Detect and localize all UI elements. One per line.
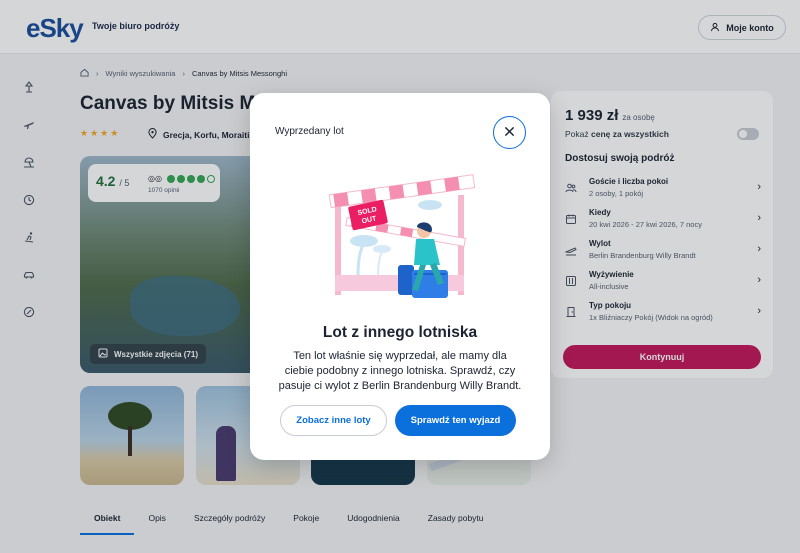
sold-out-illustration: SOLD OUT xyxy=(328,174,476,298)
sold-out-modal: Wyprzedany lot SOLD OUT Lot z innego lot… xyxy=(250,93,550,460)
check-this-trip-button[interactable]: Sprawdź ten wyjazd xyxy=(395,405,516,436)
modal-body-text: Ten lot właśnie się wyprzedał, ale mamy … xyxy=(278,350,522,392)
modal-title: Lot z innego lotniska xyxy=(322,324,478,341)
close-icon xyxy=(504,124,515,142)
close-button[interactable] xyxy=(493,116,526,149)
modal-label: Wyprzedany lot xyxy=(275,126,344,137)
see-other-flights-button[interactable]: Zobacz inne loty xyxy=(280,405,387,436)
